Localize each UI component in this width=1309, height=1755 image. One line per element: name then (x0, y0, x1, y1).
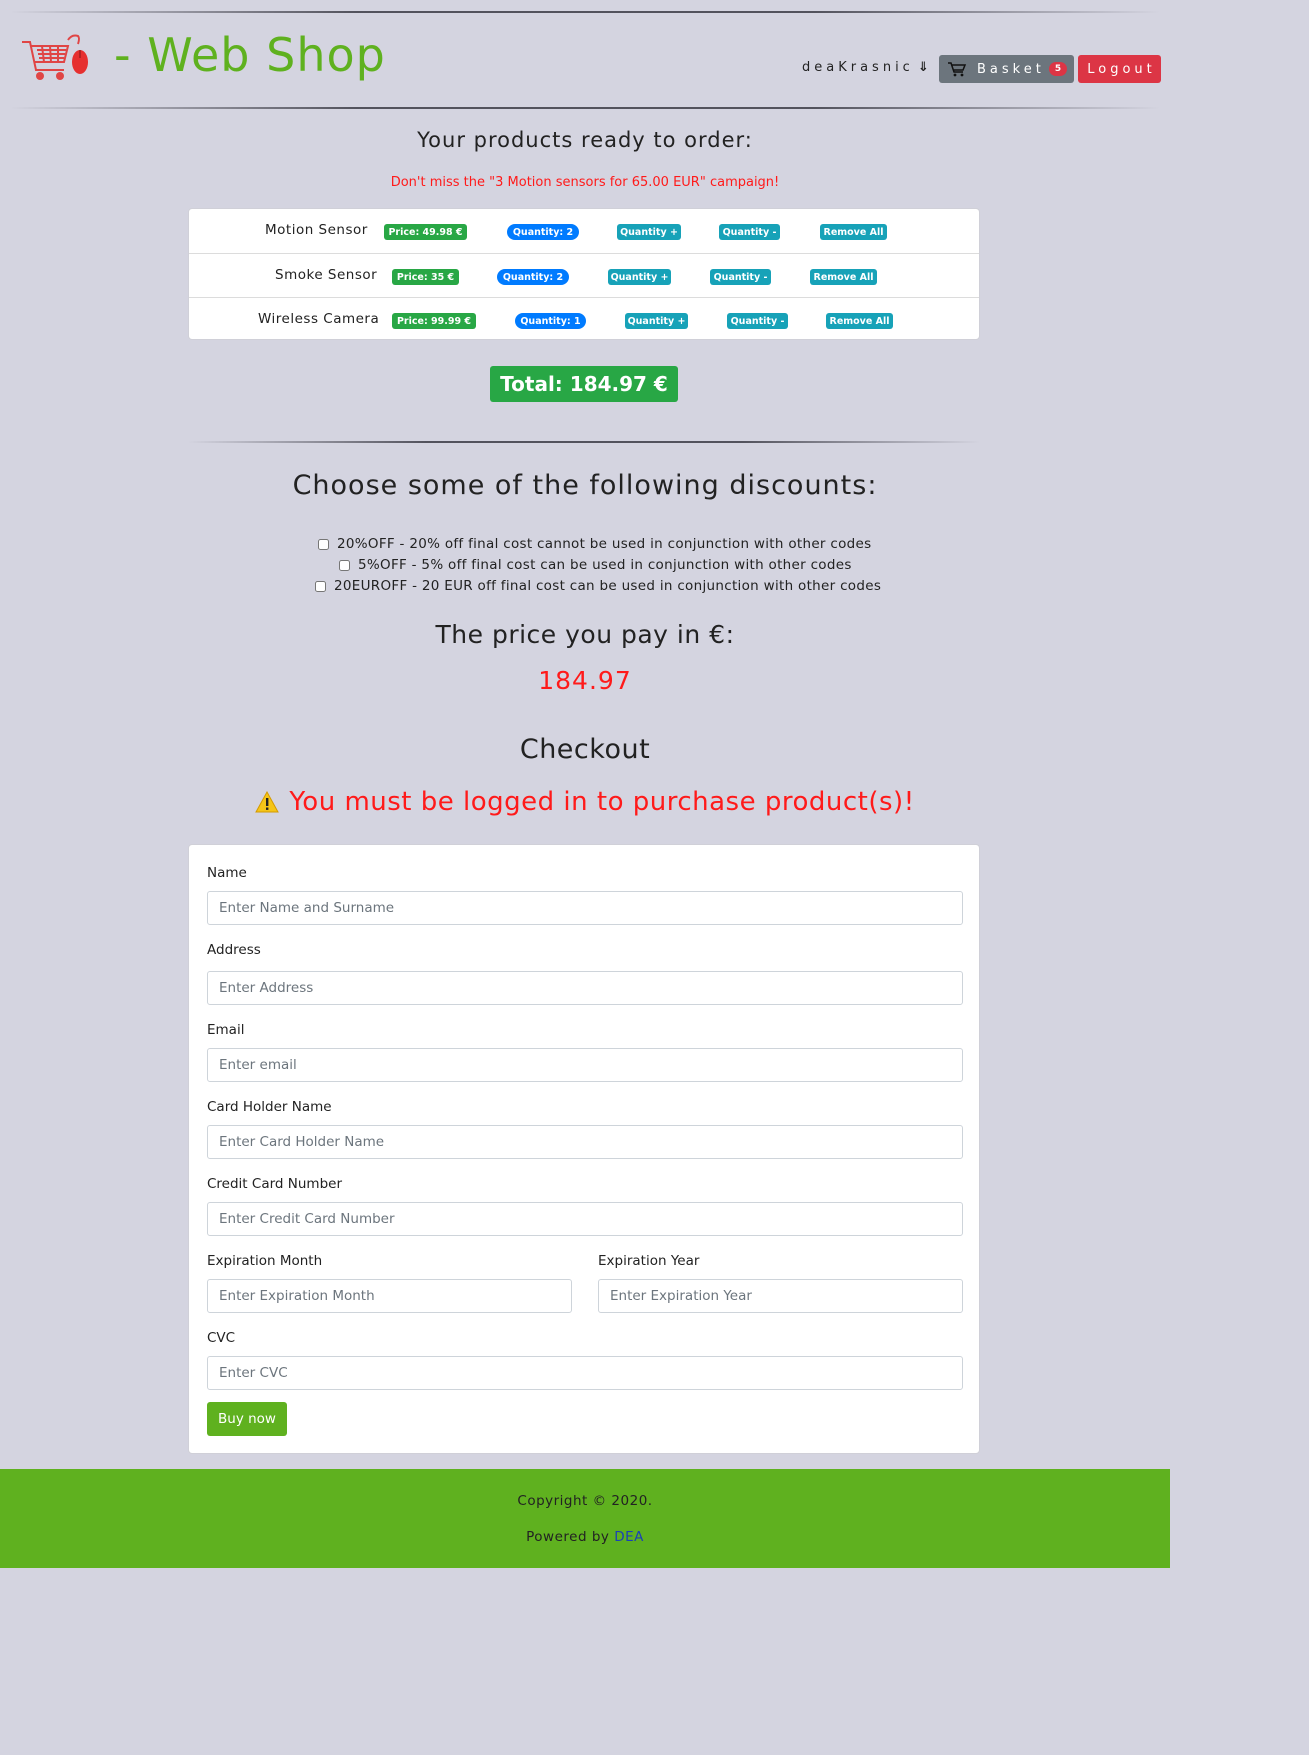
card-number-field[interactable] (207, 1202, 963, 1236)
remove-all-button[interactable]: Remove All (820, 224, 887, 240)
quantity-decrease-button[interactable]: Quantity - (727, 313, 788, 329)
price-badge: Price: 35 € (392, 269, 459, 285)
cvc-label: CVC (207, 1330, 236, 1346)
discount-checkbox[interactable] (339, 559, 350, 571)
shopping-cart-logo-icon (22, 34, 88, 80)
discount-option-20off[interactable]: 20%OFF - 20% off final cost cannot be us… (318, 536, 871, 552)
username: deaKrasnic (802, 60, 914, 75)
campaign-notice: Don't miss the "3 Motion sensors for 65.… (390, 175, 780, 190)
chevron-double-down-icon: ⇓ (917, 60, 929, 75)
remove-all-button[interactable]: Remove All (810, 269, 877, 285)
price-badge: Price: 99.99 € (392, 313, 476, 329)
product-name: Motion Sensor (265, 222, 368, 238)
products-heading: Your products ready to order: (417, 128, 753, 152)
product-row: Motion Sensor Price: 49.98 € Quantity: 2… (189, 209, 979, 253)
basket-button[interactable]: Basket 5 (939, 55, 1074, 83)
discount-option-20euroff[interactable]: 20EUROFF - 20 EUR off final cost can be … (315, 578, 881, 594)
discount-label: 20%OFF - 20% off final cost cannot be us… (337, 536, 872, 552)
powered-by-prefix: Powered by (526, 1529, 610, 1545)
quantity-increase-button[interactable]: Quantity + (608, 269, 671, 285)
product-name: Smoke Sensor (275, 267, 378, 283)
quantity-increase-button[interactable]: Quantity + (625, 313, 688, 329)
total-badge: Total: 184.97 € (490, 366, 678, 402)
user-menu-dropdown[interactable]: deaKrasnic ⇓ (802, 60, 929, 75)
warning-icon (255, 791, 280, 813)
header-divider (10, 107, 1160, 109)
discount-checkbox[interactable] (315, 580, 326, 592)
login-warning-text: You must be logged in to purchase produc… (289, 787, 915, 817)
basket-count-badge: 5 (1048, 62, 1068, 76)
quantity-badge: Quantity: 2 (497, 269, 569, 285)
checkout-heading: Checkout (519, 734, 651, 765)
quantity-increase-button[interactable]: Quantity + (617, 224, 681, 240)
exp-month-label: Expiration Month (207, 1253, 323, 1269)
price-heading: The price you pay in €: (435, 620, 735, 649)
quantity-decrease-button[interactable]: Quantity - (719, 224, 780, 240)
name-field[interactable] (207, 891, 963, 925)
exp-month-field[interactable] (207, 1279, 572, 1313)
discount-label: 20EUROFF - 20 EUR off final cost can be … (334, 578, 882, 594)
footer: Copyright © 2020. Powered by DEA (0, 1469, 1170, 1568)
exp-year-field[interactable] (598, 1279, 963, 1313)
name-label: Name (207, 865, 247, 881)
remove-all-button[interactable]: Remove All (826, 313, 893, 329)
discount-option-5off[interactable]: 5%OFF - 5% off final cost can be used in… (339, 557, 852, 573)
address-label: Address (207, 942, 261, 958)
discount-checkbox[interactable] (318, 538, 329, 550)
product-row: Wireless Camera Price: 99.99 € Quantity:… (189, 297, 979, 341)
buy-now-button[interactable]: Buy now (207, 1402, 287, 1436)
quantity-badge: Quantity: 2 (507, 224, 579, 240)
price-badge: Price: 49.98 € (384, 224, 467, 240)
email-label: Email (207, 1022, 245, 1038)
card-holder-label: Card Holder Name (207, 1099, 332, 1115)
price-value: 184.97 (538, 666, 632, 695)
quantity-decrease-button[interactable]: Quantity - (710, 269, 771, 285)
basket-label: Basket (977, 61, 1045, 77)
discount-label: 5%OFF - 5% off final cost can be used in… (358, 557, 852, 573)
cart-icon (948, 62, 967, 77)
exp-year-label: Expiration Year (598, 1253, 700, 1269)
dea-link[interactable]: DEA (614, 1529, 644, 1545)
site-title: - Web Shop (114, 28, 386, 82)
section-divider (188, 441, 980, 443)
powered-by: Powered by DEA (0, 1529, 1170, 1545)
cvc-field[interactable] (207, 1356, 963, 1390)
address-field[interactable] (207, 971, 963, 1005)
top-divider (10, 11, 1160, 13)
checkout-form: Name Address Email Card Holder Name Cred… (188, 844, 980, 1454)
email-field[interactable] (207, 1048, 963, 1082)
discount-heading: Choose some of the following discounts: (292, 470, 878, 501)
card-holder-field[interactable] (207, 1125, 963, 1159)
quantity-badge: Quantity: 1 (515, 313, 586, 329)
card-number-label: Credit Card Number (207, 1176, 342, 1192)
logout-button[interactable]: Logout (1078, 55, 1161, 83)
product-name: Wireless Camera (258, 311, 380, 327)
login-warning: You must be logged in to purchase produc… (0, 787, 1170, 817)
copyright-text: Copyright © 2020. (517, 1493, 653, 1509)
basket-product-list: Motion Sensor Price: 49.98 € Quantity: 2… (188, 208, 980, 340)
product-row: Smoke Sensor Price: 35 € Quantity: 2 Qua… (189, 253, 979, 297)
